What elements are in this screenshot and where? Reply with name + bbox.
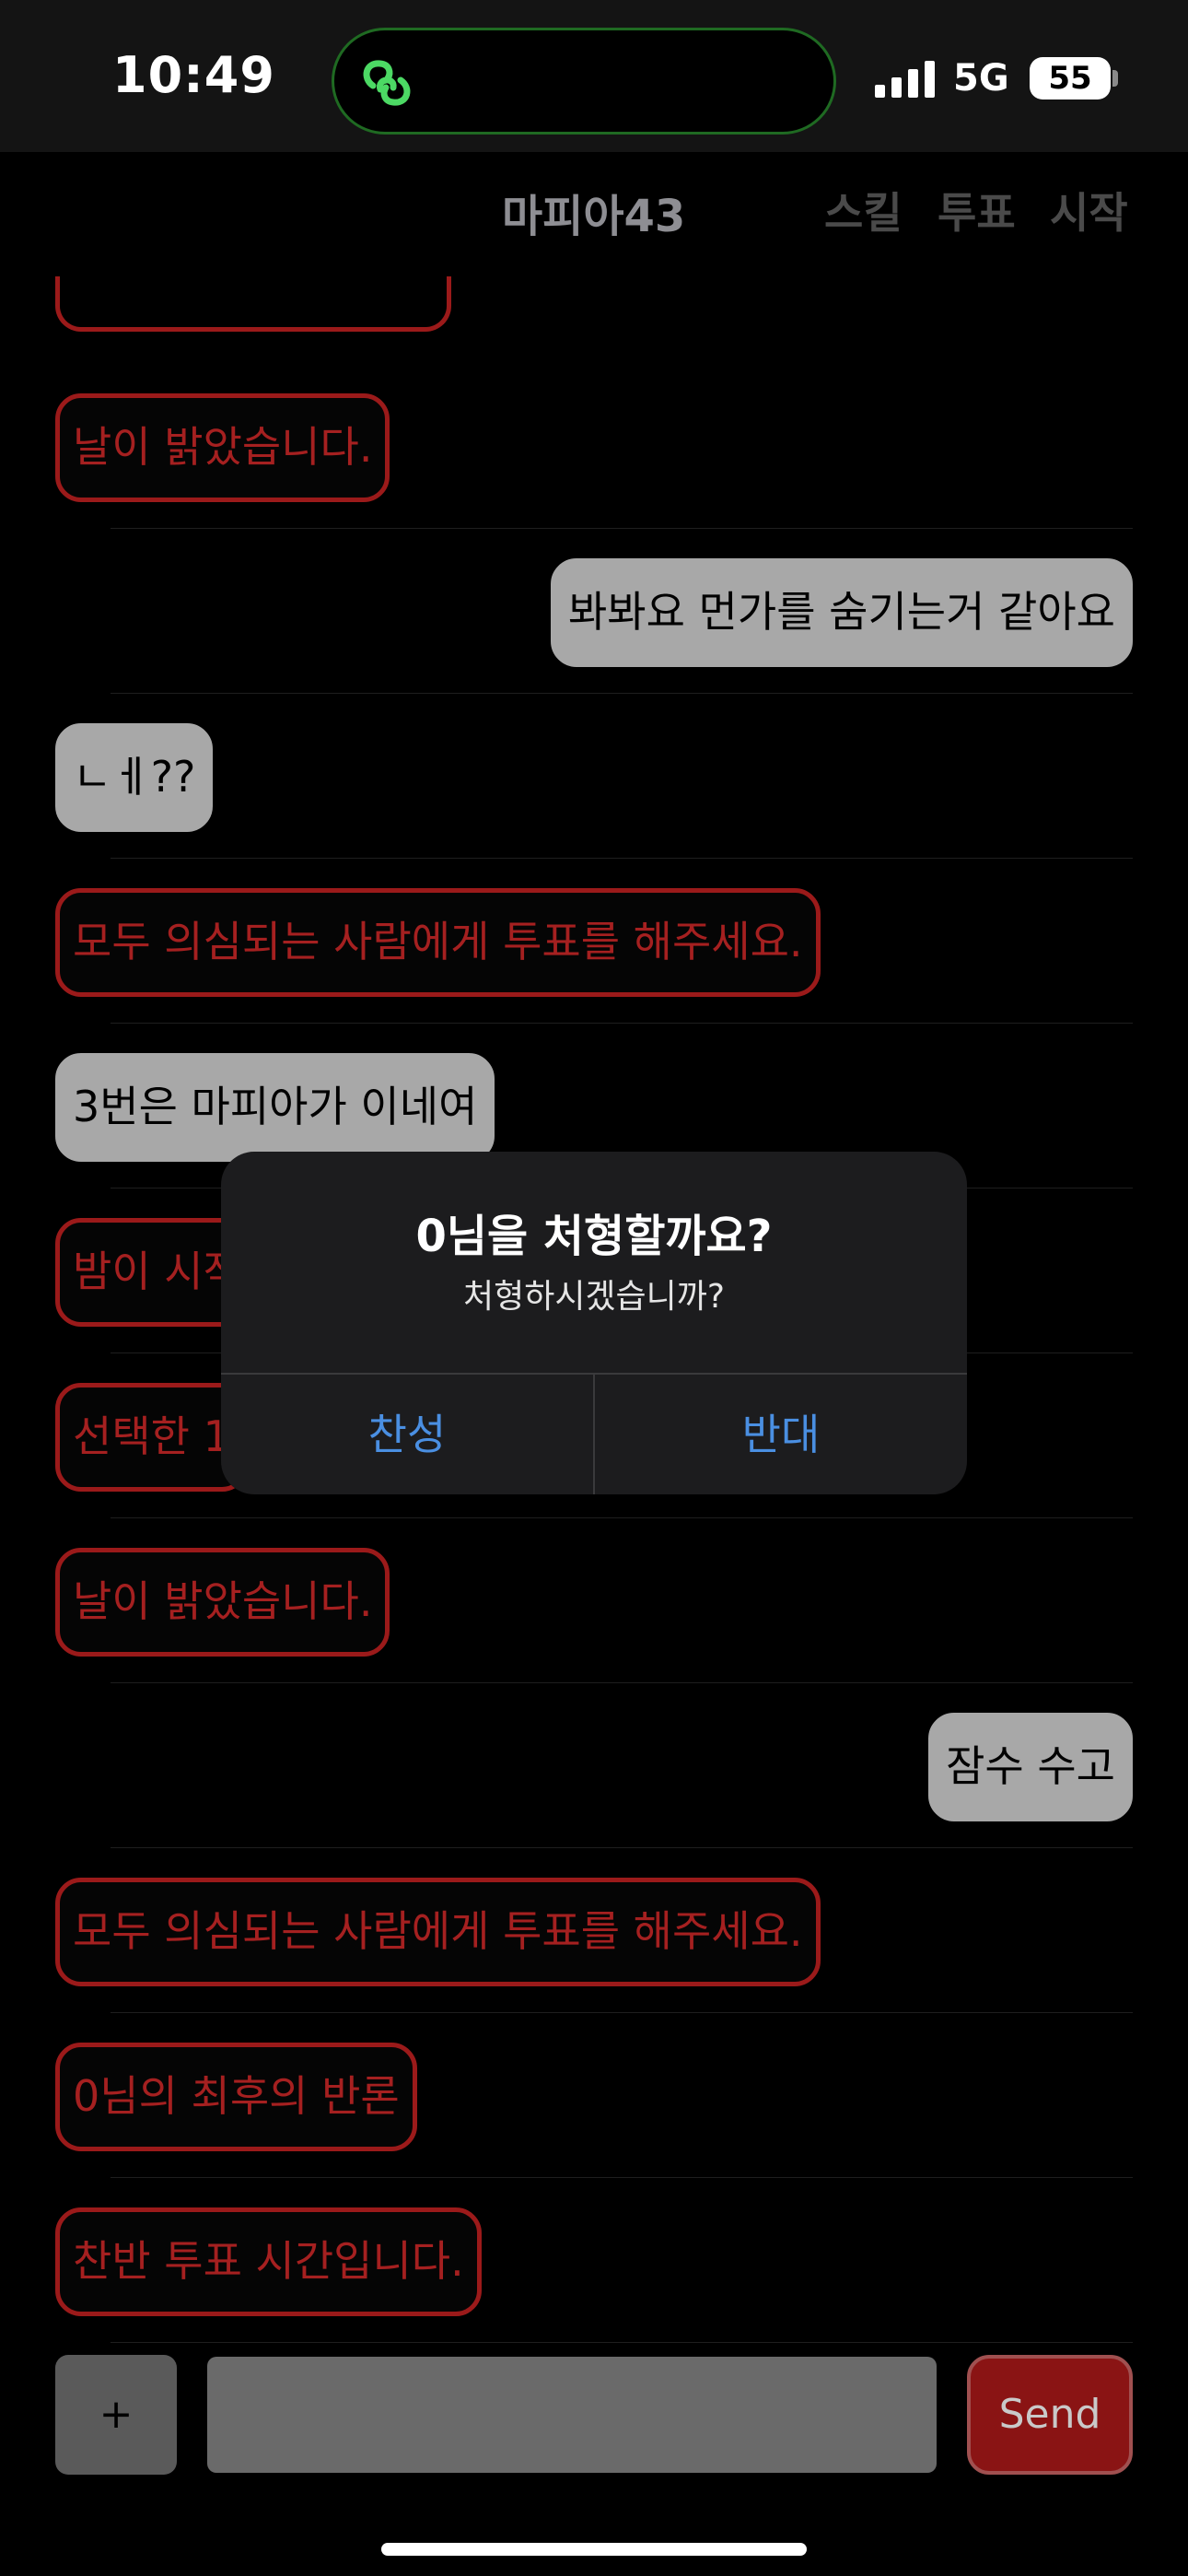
system-message: 선택한 1 [55,1383,248,1492]
cellular-signal-icon [875,61,935,98]
message-row: 날이 밝았습니다. [55,364,1133,529]
status-time: 10:49 [112,46,275,104]
status-bar: 10:49 5G 55 [0,0,1188,152]
dialog-title: 0님을 처형할까요? [415,1211,773,1262]
message-input[interactable] [207,2357,937,2473]
execution-vote-dialog: 0님을 처형할까요? 처형하시겠습니까? 찬성 반대 [221,1152,967,1494]
battery-cap [1112,70,1118,87]
message-row: 날이 밝았습니다. [55,1518,1133,1683]
skill-button[interactable]: 스킬 [824,180,903,240]
vote-button[interactable]: 투표 [938,180,1016,240]
message-row: 모두 의심되는 사람에게 투표를 해주세요. [55,1848,1133,2013]
page-title: 마피아43 [502,191,686,242]
system-message: 모두 의심되는 사람에게 투표를 해주세요. [55,888,821,997]
network-type: 5G [953,57,1009,100]
system-message: 날이 밝았습니다. [55,1548,390,1657]
agree-button[interactable]: 찬성 [221,1375,593,1494]
screen: 10:49 5G 55 마피아43 스킬 투표 시작 날이 밝았습니다. 봐봐요… [0,0,1188,2576]
send-button[interactable]: Send [967,2355,1133,2475]
user-message: 잠수 수고 [928,1713,1133,1821]
message-row: 잠수 수고 [111,1683,1133,1848]
message-row: 0님의 최후의 반론 [55,2013,1133,2178]
user-message: 봐봐요 먼가를 숨기는거 같아요 [550,558,1133,667]
start-button[interactable]: 시작 [1050,180,1128,240]
link-loop-icon [363,60,411,106]
attach-button[interactable]: + [55,2355,177,2475]
partial-message-bubble [55,276,451,332]
dynamic-island[interactable] [332,28,836,135]
system-message: 0님의 최후의 반론 [55,2043,417,2151]
system-message: 모두 의심되는 사람에게 투표를 해주세요. [55,1878,821,1986]
home-indicator[interactable] [381,2543,807,2556]
message-row: 봐봐요 먼가를 숨기는거 같아요 [111,529,1133,694]
battery-icon: 55 [1030,57,1111,100]
user-message: 3번은 마피아가 이네여 [55,1053,495,1162]
message-row: 모두 의심되는 사람에게 투표를 해주세요. [55,859,1133,1024]
disagree-button[interactable]: 반대 [595,1375,967,1494]
message-row: 찬반 투표 시간입니다. [55,2178,1133,2343]
system-message: 날이 밝았습니다. [55,393,390,502]
dialog-message: 처형하시겠습니까? [462,1278,726,1316]
user-message: ㄴㅔ?? [55,723,214,832]
system-message: 찬반 투표 시간입니다. [55,2207,482,2316]
message-row: ㄴㅔ?? [55,694,1133,859]
